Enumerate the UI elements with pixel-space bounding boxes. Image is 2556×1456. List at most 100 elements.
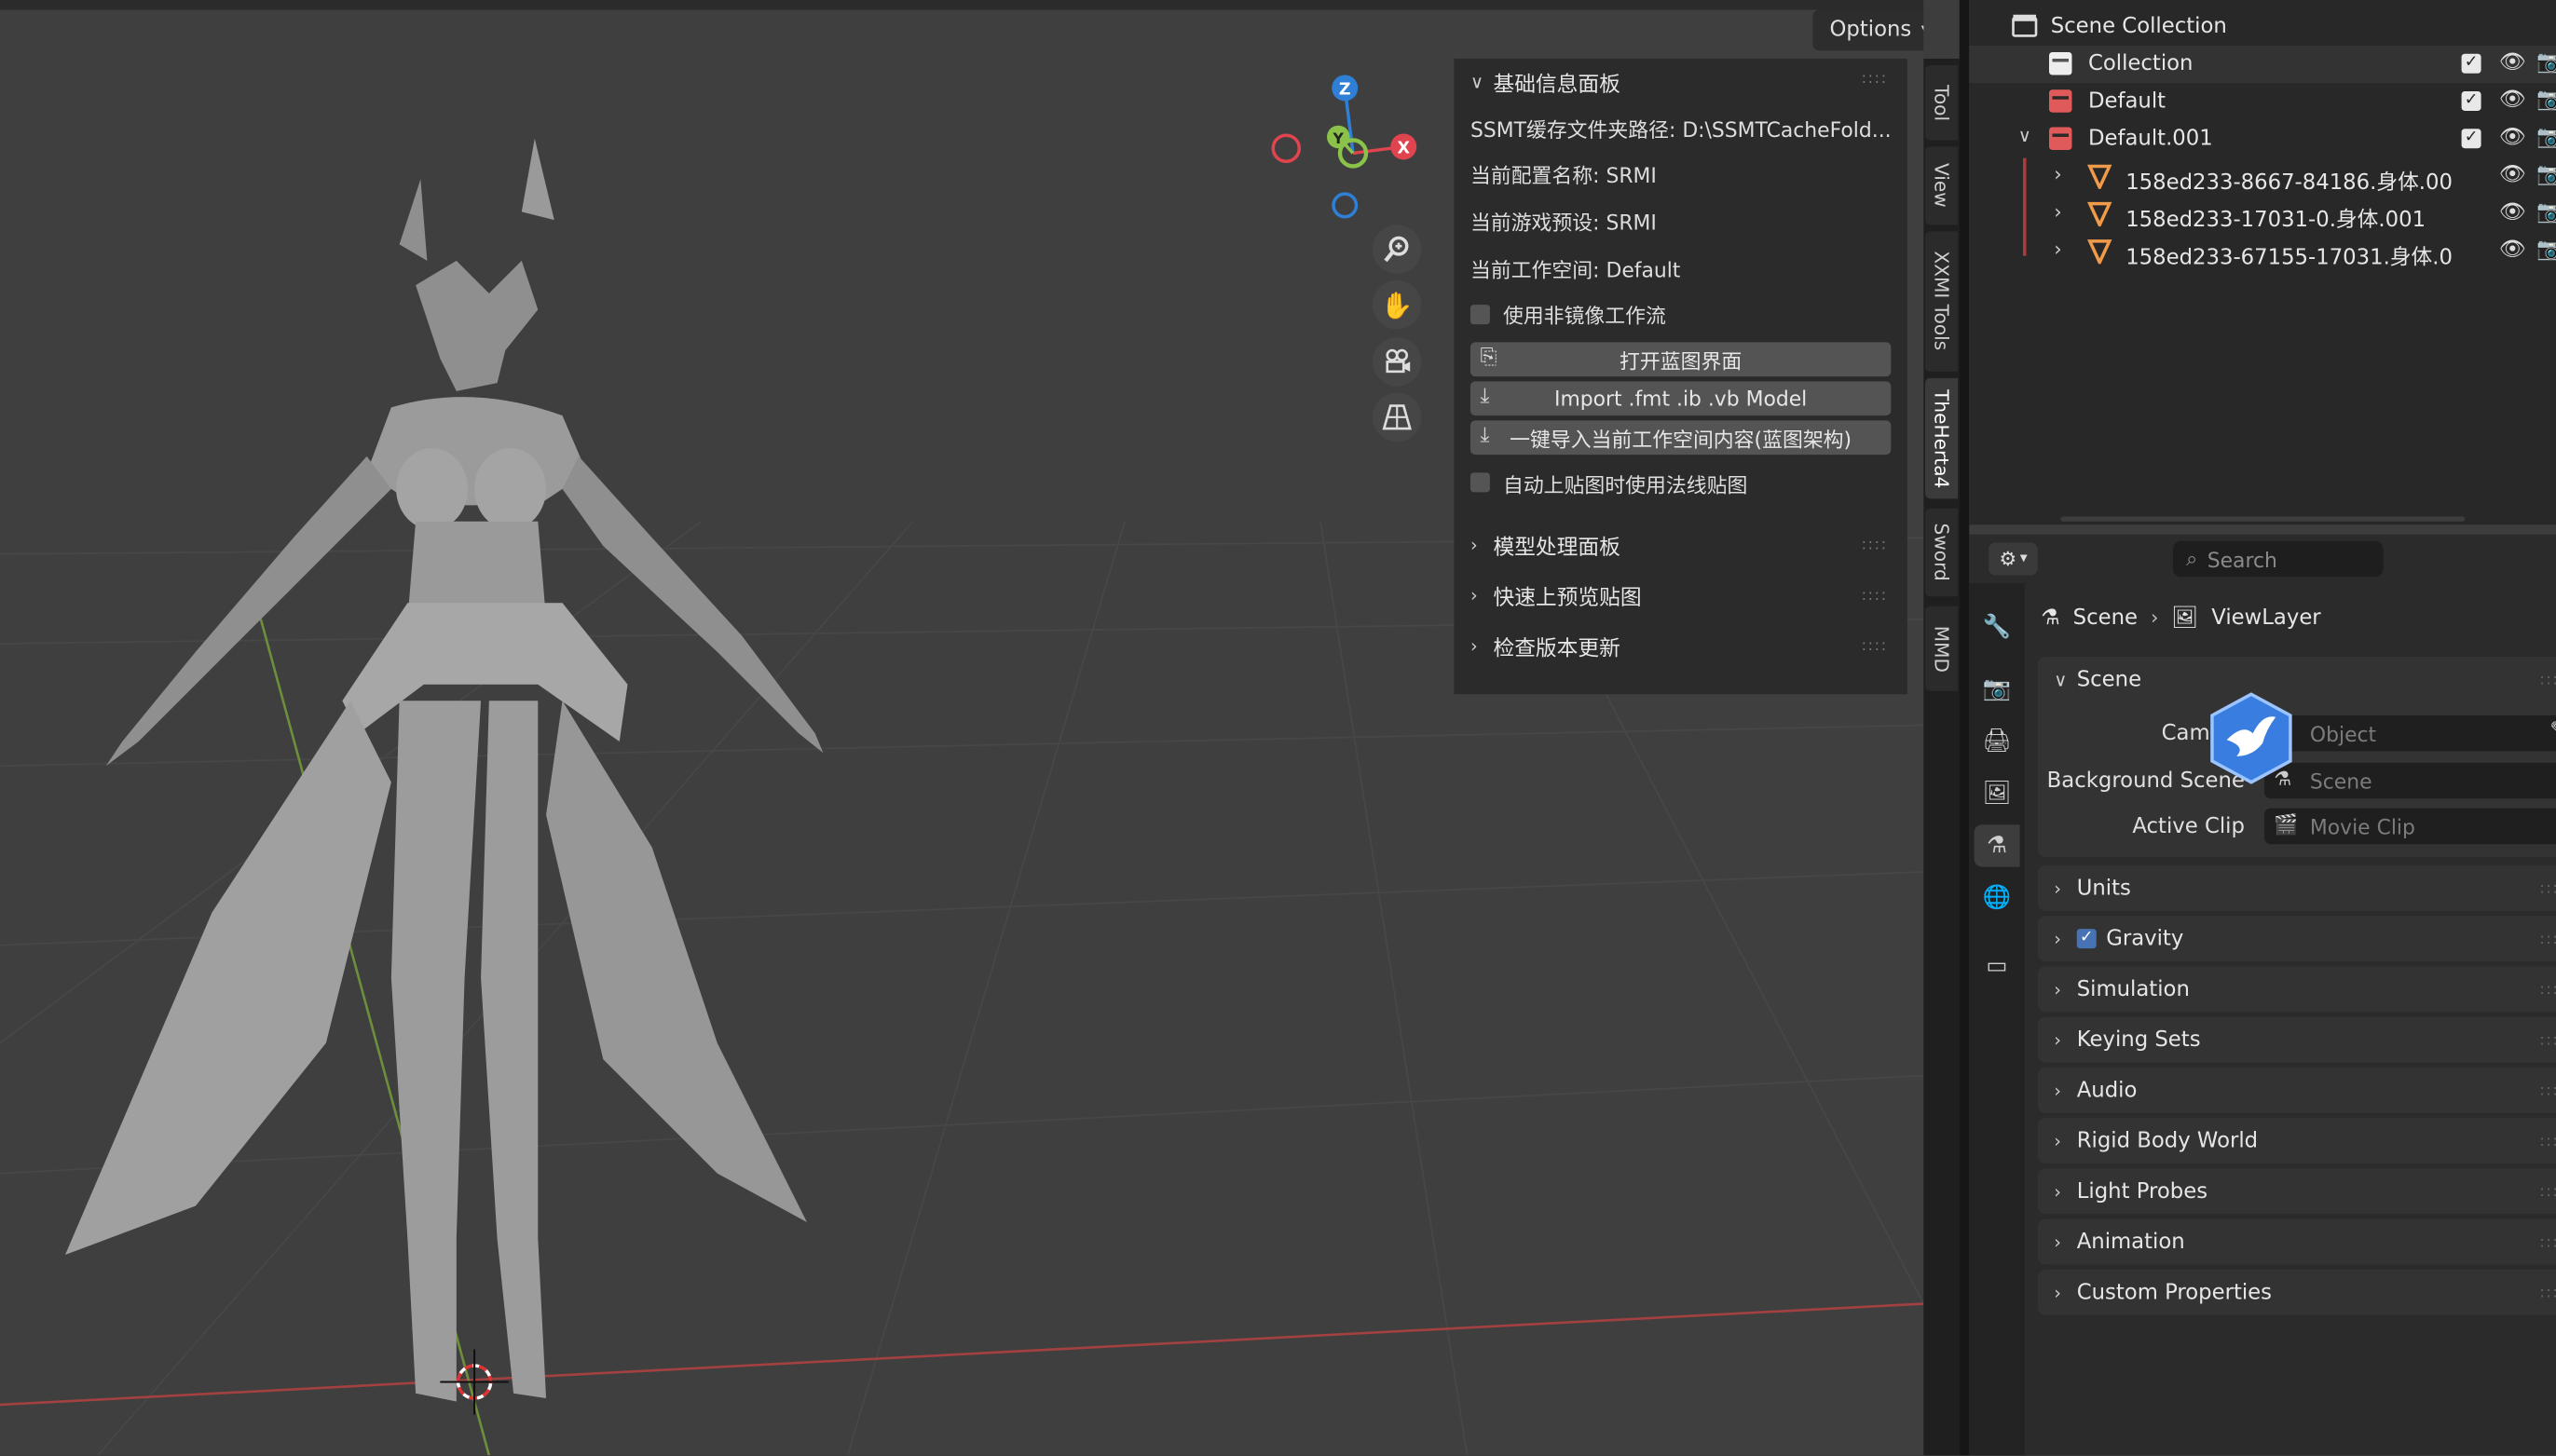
check-update-panel-header[interactable]: › 检查版本更新:::: <box>1454 620 1907 671</box>
chevron-down-icon[interactable]: ∨ <box>2018 126 2031 147</box>
area-divider[interactable] <box>1959 0 1970 1456</box>
panel-title: Units <box>2076 876 2131 901</box>
editor-type-button[interactable]: ⚙ ▾ <box>1989 542 2038 576</box>
normal-map-checkbox[interactable]: 自动上贴图时使用法线贴图 <box>1454 459 1907 506</box>
eye-icon[interactable]: 👁 <box>2499 88 2526 112</box>
navigation-gizmo[interactable]: Z X Y <box>1264 65 1427 228</box>
outliner-row-default-001[interactable]: ∨ Default.001 ✓ 👁 📷 <box>1969 120 2556 157</box>
tab-xxmi-tools[interactable]: XXMI Tools <box>1925 231 1959 372</box>
camera-view-icon[interactable] <box>1372 337 1422 387</box>
world-tab-icon[interactable]: 🌐 <box>1975 877 2020 919</box>
camera-icon[interactable]: 📷 <box>2536 163 2556 187</box>
exclude-checkbox[interactable]: ✓ <box>2461 53 2481 74</box>
breadcrumb-viewlayer[interactable]: ViewLayer <box>2211 606 2320 630</box>
tab-view[interactable]: View <box>1925 146 1959 225</box>
camera-icon[interactable]: 📷 <box>2536 200 2556 225</box>
row-label: 158ed233-17031-0.身体.001 <box>2125 208 2426 234</box>
perspective-grid-icon[interactable] <box>1372 392 1422 442</box>
sidebar-n-panel: ∨ 基础信息面板 :::: SSMT缓存文件夹路径: D:\SSMTCacheF… <box>1454 58 1907 695</box>
drag-grip-icon[interactable]: :::: <box>2539 1286 2556 1301</box>
svg-text:Z: Z <box>1339 80 1351 99</box>
view-layer-tab-icon[interactable]: 🖼 <box>1975 772 2020 814</box>
options-dropdown[interactable]: Options ▾ <box>1812 9 1924 51</box>
drag-grip-icon[interactable]: :::: <box>2539 983 2556 999</box>
3d-viewport[interactable]: Options ▾ Z X Y ✋ <box>0 0 1924 1456</box>
active-clip-field[interactable]: 🎬 Movie Clip <box>2263 808 2556 845</box>
tab-mmd[interactable]: MMD <box>1925 606 1959 691</box>
custom-properties-panel[interactable]: › Custom Properties:::: <box>2037 1269 2556 1315</box>
outliner-row-mesh[interactable]: › 158ed233-8667-84186.身体.001 👁 📷 <box>1969 158 2556 196</box>
preview-texture-panel-header[interactable]: › 快速上预览贴图:::: <box>1454 570 1907 620</box>
drag-grip-icon[interactable]: :::: <box>2539 1185 2556 1201</box>
pan-hand-icon[interactable]: ✋ <box>1372 279 1422 330</box>
drag-grip-icon[interactable]: :::: <box>1862 72 1888 88</box>
drag-grip-icon[interactable]: :::: <box>2539 1135 2556 1150</box>
keying-sets-panel[interactable]: › Keying Sets:::: <box>2037 1016 2556 1063</box>
exclude-checkbox[interactable]: ✓ <box>2461 90 2481 111</box>
drag-grip-icon[interactable]: :::: <box>1862 537 1888 553</box>
collection-tab-icon[interactable]: ▭ <box>1975 946 2020 987</box>
zoom-icon[interactable] <box>1372 225 1422 274</box>
outliner-row-mesh[interactable]: › 158ed233-67155-17031.身体.001 👁 📷 <box>1969 233 2556 270</box>
open-blueprint-button[interactable]: ⎘ 打开蓝图界面 <box>1469 342 1892 377</box>
non-mirror-workflow-checkbox[interactable]: 使用非镜像工作流 <box>1454 291 1907 337</box>
exclude-checkbox[interactable]: ✓ <box>2461 129 2481 149</box>
rigid-body-world-panel[interactable]: › Rigid Body World:::: <box>2037 1118 2556 1164</box>
drag-grip-icon[interactable]: :::: <box>2539 881 2556 897</box>
tab-sword[interactable]: Sword <box>1925 508 1959 597</box>
drag-grip-icon[interactable]: :::: <box>1862 638 1888 654</box>
render-tab-icon[interactable]: 📷 <box>1975 668 2020 710</box>
units-panel[interactable]: › Units:::: <box>2037 864 2556 911</box>
chevron-right-icon[interactable]: › <box>2054 163 2061 185</box>
eye-icon[interactable]: 👁 <box>2499 50 2526 75</box>
eyedropper-icon[interactable]: ✎ <box>2549 718 2556 742</box>
camera-icon[interactable]: 📷 <box>2536 88 2556 112</box>
drag-grip-icon[interactable]: :::: <box>2539 1235 2556 1251</box>
horizontal-scrollbar[interactable] <box>2060 516 2466 522</box>
drag-grip-icon[interactable]: :::: <box>2539 1083 2556 1099</box>
animation-panel[interactable]: › Animation:::: <box>2037 1218 2556 1265</box>
panel-title: Custom Properties <box>2076 1280 2273 1305</box>
scene-tab-icon[interactable]: ⚗ <box>1974 824 2020 867</box>
camera-icon[interactable]: 📷 <box>2536 126 2556 150</box>
checkbox-box[interactable] <box>1469 472 1490 493</box>
gravity-panel[interactable]: › ✓ Gravity:::: <box>2037 916 2556 962</box>
chevron-right-icon[interactable]: › <box>2054 200 2061 223</box>
gizmo-neg-x-axis <box>1271 133 1302 163</box>
import-workspace-button[interactable]: ⤓ 一键导入当前工作空间内容(蓝图架构) <box>1469 420 1892 456</box>
camera-icon[interactable]: 📷 <box>2536 50 2556 75</box>
panel-title: 快速上预览贴图 <box>1493 586 1642 611</box>
camera-field[interactable]: ▢Object✎ <box>2263 714 2556 752</box>
search-input[interactable]: ⌕ Search <box>2172 540 2384 578</box>
drag-grip-icon[interactable]: :::: <box>2539 1033 2556 1049</box>
tab-tool[interactable]: Tool <box>1925 64 1959 141</box>
tab-theherta4[interactable]: TheHerta4 <box>1925 377 1959 499</box>
outliner-row-default[interactable]: Default ✓ 👁 📷 <box>1969 83 2556 120</box>
eye-icon[interactable]: 👁 <box>2499 200 2526 225</box>
checkbox-box[interactable] <box>1469 304 1490 324</box>
breadcrumb-scene[interactable]: Scene <box>2073 606 2138 630</box>
basic-info-panel-header[interactable]: ∨ 基础信息面板 :::: <box>1454 59 1907 104</box>
outliner: Scene Collection Collection ✓ 👁 📷 Defaul… <box>1969 0 2556 525</box>
outliner-row-mesh[interactable]: › 158ed233-17031-0.身体.001 👁 📷 <box>1969 196 2556 233</box>
output-tab-icon[interactable]: 🖨 <box>1975 720 2020 762</box>
import-model-button[interactable]: ⤓ Import .fmt .ib .vb Model <box>1469 381 1892 416</box>
audio-panel[interactable]: › Audio:::: <box>2037 1067 2556 1113</box>
camera-icon[interactable]: 📷 <box>2536 238 2556 262</box>
model-processing-panel-header[interactable]: › 模型处理面板:::: <box>1454 519 1907 569</box>
background-scene-field[interactable]: ⚗ Scene <box>2263 762 2556 799</box>
light-probes-panel[interactable]: › Light Probes:::: <box>2037 1168 2556 1215</box>
drag-grip-icon[interactable]: :::: <box>1862 588 1888 604</box>
outliner-row-collection[interactable]: Collection ✓ 👁 📷 <box>1969 45 2556 84</box>
assistant-bird-icon[interactable] <box>2204 691 2298 785</box>
eye-icon[interactable]: 👁 <box>2499 126 2526 150</box>
eye-icon[interactable]: 👁 <box>2499 163 2526 187</box>
gravity-checkbox[interactable]: ✓ <box>2076 929 2097 949</box>
drag-grip-icon[interactable]: :::: <box>2539 932 2556 948</box>
chevron-right-icon[interactable]: › <box>2054 238 2061 260</box>
tool-tab-icon[interactable]: 🔧 <box>1975 606 2020 648</box>
scene-collection-row[interactable]: Scene Collection <box>1969 8 2556 46</box>
eye-icon[interactable]: 👁 <box>2499 238 2526 262</box>
drag-grip-icon[interactable]: :::: <box>2539 674 2556 689</box>
simulation-panel[interactable]: › Simulation:::: <box>2037 966 2556 1013</box>
